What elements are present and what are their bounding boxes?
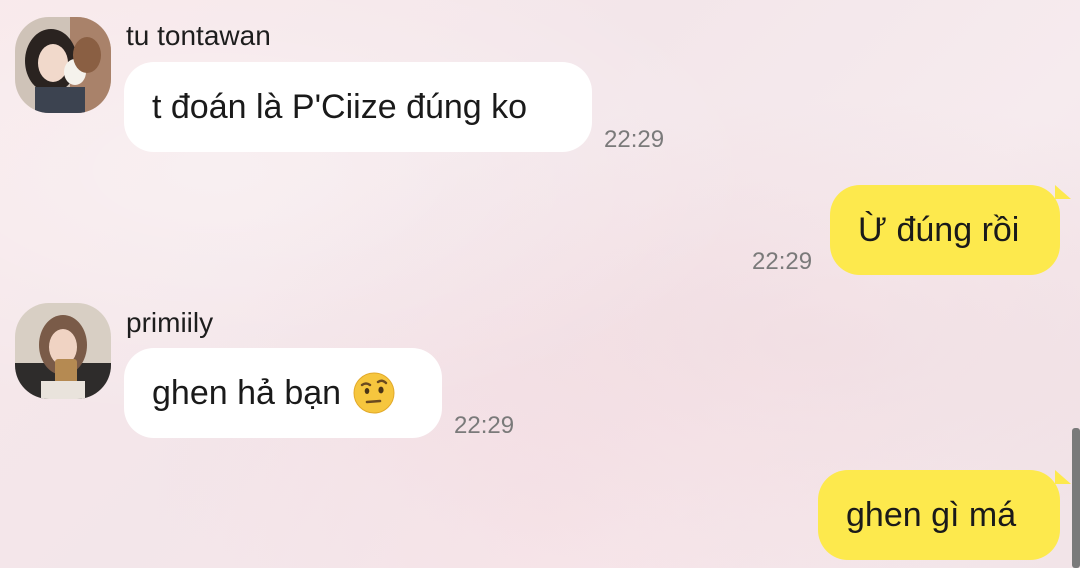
- message-text: Ừ đúng rồi: [858, 210, 1020, 249]
- sender-name: primiily: [126, 307, 214, 338]
- bubble-tail: [1055, 185, 1071, 199]
- message-timestamp: 22:29: [604, 126, 665, 153]
- avatar-primiily[interactable]: [15, 303, 111, 399]
- message-bubble-outgoing[interactable]: Ừ đúng rồi: [830, 185, 1060, 275]
- avatar-tu-tontawan[interactable]: [15, 17, 111, 113]
- message-timestamp: 22:29: [454, 412, 515, 439]
- face-with-raised-eyebrow-icon: [353, 372, 395, 414]
- scrollbar[interactable]: [1072, 428, 1080, 568]
- message-bubble-incoming[interactable]: ghen hả bạn: [124, 348, 442, 438]
- message-text: t đoán là P'Ciize đúng ko: [152, 87, 528, 126]
- message-bubble-outgoing[interactable]: ghen gì má: [818, 470, 1060, 560]
- message-bubble-incoming[interactable]: t đoán là P'Ciize đúng ko: [124, 62, 592, 152]
- message-text: ghen gì má: [846, 495, 1017, 534]
- message-text: ghen hả bạn: [152, 373, 342, 412]
- message-timestamp: 22:29: [752, 248, 813, 275]
- sender-name: tu tontawan: [126, 20, 271, 51]
- bubble-tail: [1055, 470, 1071, 484]
